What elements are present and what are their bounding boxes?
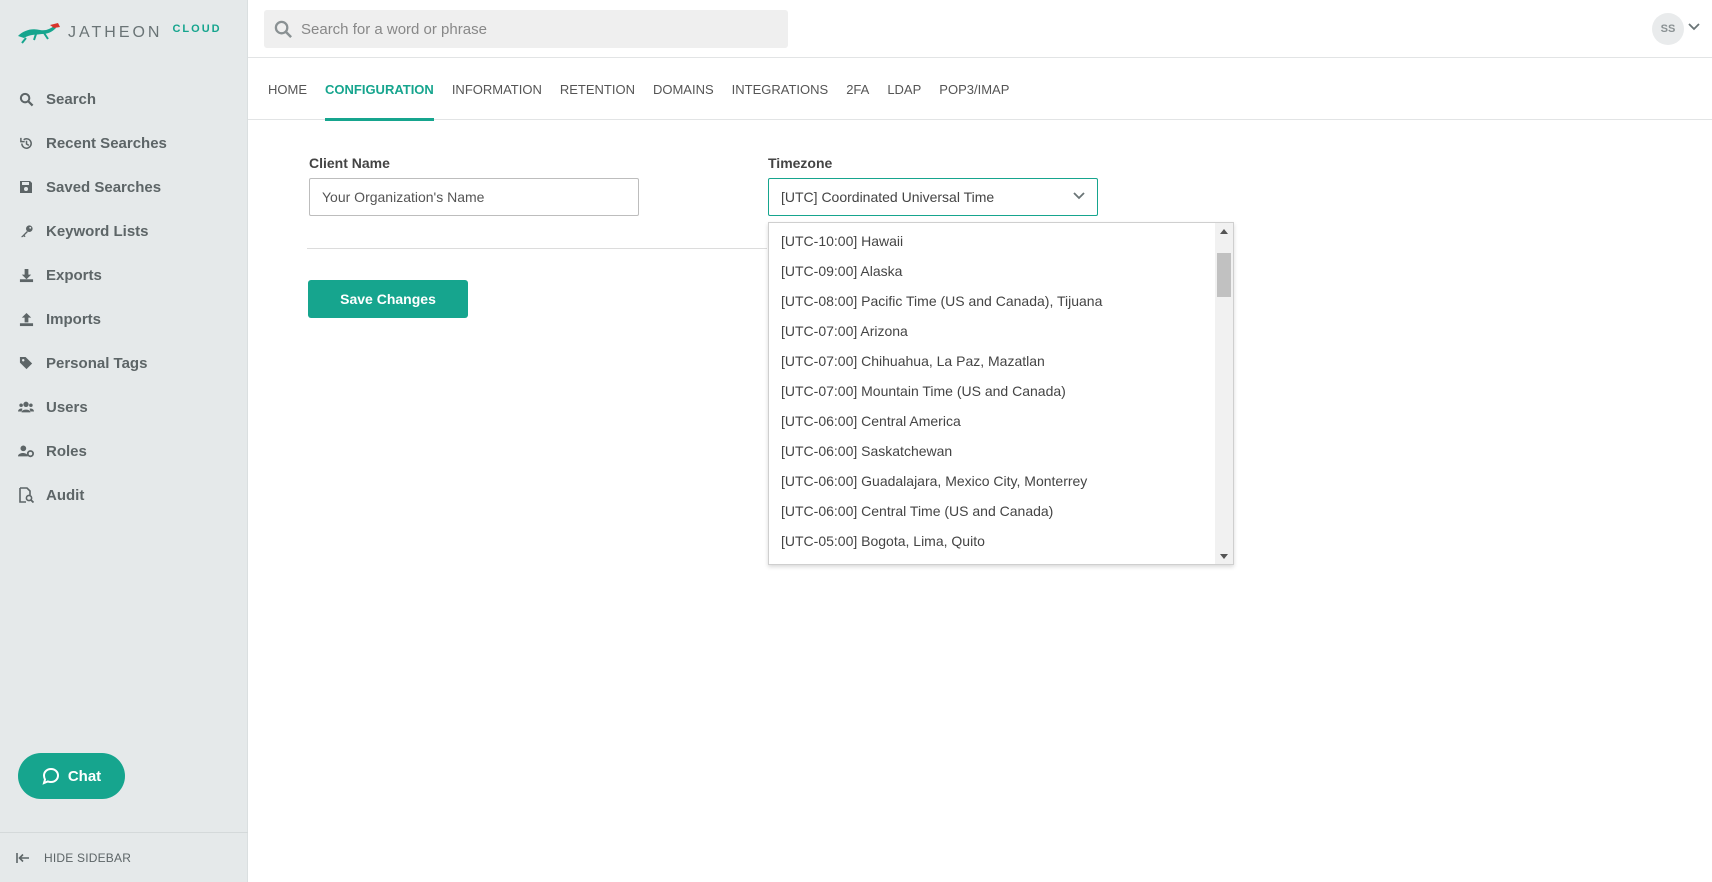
chat-button[interactable]: Chat (18, 753, 125, 799)
user-cog-icon (18, 443, 34, 459)
sidebar-item-imports[interactable]: Imports (0, 297, 248, 341)
sidebar-item-label: Audit (46, 486, 85, 504)
sidebar: JATHEON CLOUD Search Recent Searches Sav… (0, 0, 248, 882)
tab-ldap[interactable]: LDAP (887, 58, 921, 120)
client-name-field[interactable] (309, 178, 639, 216)
save-changes-button[interactable]: Save Changes (308, 280, 468, 318)
sidebar-item-label: Personal Tags (46, 354, 148, 372)
global-search[interactable] (264, 10, 788, 48)
timezone-option[interactable]: [UTC-06:00] Central Time (US and Canada) (769, 496, 1233, 526)
sidebar-item-label: Imports (46, 310, 102, 328)
scrollbar-thumb[interactable] (1217, 253, 1231, 297)
timezone-label: Timezone (768, 155, 833, 171)
timezone-select[interactable]: [UTC] Coordinated Universal Time (768, 178, 1098, 216)
scroll-down-arrow-icon[interactable] (1215, 548, 1233, 564)
tags-icon (18, 355, 34, 371)
scroll-up-arrow-icon[interactable] (1215, 223, 1233, 239)
search-input[interactable] (301, 20, 781, 38)
sidebar-item-search[interactable]: Search (0, 77, 248, 121)
timezone-option[interactable]: [UTC-05:00] Bogota, Lima, Quito (769, 526, 1233, 556)
timezone-option[interactable]: [UTC-08:00] Pacific Time (US and Canada)… (769, 286, 1233, 316)
config-tabs: HOME CONFIGURATION INFORMATION RETENTION… (248, 58, 1712, 121)
sidebar-item-roles[interactable]: Roles (0, 429, 248, 473)
timezone-option[interactable]: [UTC-06:00] Saskatchewan (769, 436, 1233, 466)
timezone-option[interactable]: [UTC-07:00] Chihuahua, La Paz, Mazatlan (769, 346, 1233, 376)
sidebar-item-label: Roles (46, 442, 87, 460)
sidebar-item-label: Search (46, 90, 97, 108)
history-icon (18, 135, 34, 151)
tab-integrations[interactable]: INTEGRATIONS (732, 58, 829, 120)
timezone-option[interactable]: [UTC-07:00] Mountain Time (US and Canada… (769, 376, 1233, 406)
download-icon (18, 267, 34, 283)
sidebar-item-label: Keyword Lists (46, 222, 149, 240)
chat-label: Chat (67, 767, 102, 785)
sidebar-item-audit[interactable]: Audit (0, 473, 248, 517)
floppy-icon (18, 179, 34, 195)
timezone-options: [UTC-10:00] Hawaii [UTC-09:00] Alaska [UTC… (769, 223, 1233, 556)
timezone-option[interactable]: [UTC-06:00] Central America (769, 406, 1233, 436)
timezone-selected-value: [UTC] Coordinated Universal Time (781, 189, 995, 205)
chevron-down-icon (1073, 192, 1085, 200)
jatheon-logo[interactable]: JATHEON CLOUD (16, 18, 222, 48)
tab-retention[interactable]: RETENTION (560, 58, 635, 120)
collapse-left-icon (16, 852, 29, 863)
sidebar-item-label: Recent Searches (46, 134, 167, 152)
sidebar-nav: Search Recent Searches Saved Searches Ke… (0, 77, 248, 517)
search-icon (18, 91, 34, 107)
sidebar-item-users[interactable]: Users (0, 385, 248, 429)
timezone-option[interactable]: [UTC-06:00] Guadalajara, Mexico City, Mo… (769, 466, 1233, 496)
sidebar-item-label: Exports (46, 266, 102, 284)
sidebar-item-label: Users (46, 398, 88, 416)
dropdown-scrollbar[interactable] (1215, 223, 1233, 564)
timezone-option[interactable]: [UTC-10:00] Hawaii (769, 226, 1233, 256)
sidebar-item-personal-tags[interactable]: Personal Tags (0, 341, 248, 385)
hide-sidebar-label: HIDE SIDEBAR (44, 850, 132, 865)
tab-domains[interactable]: DOMAINS (653, 58, 714, 120)
sidebar-item-recent-searches[interactable]: Recent Searches (0, 121, 248, 165)
top-bar: SS (248, 0, 1712, 58)
hide-sidebar-button[interactable]: HIDE SIDEBAR (0, 832, 248, 882)
avatar[interactable]: SS (1652, 13, 1684, 45)
tab-2fa[interactable]: 2FA (846, 58, 869, 120)
tab-home[interactable]: HOME (268, 58, 307, 120)
tab-configuration[interactable]: CONFIGURATION (325, 58, 434, 121)
key-icon (18, 223, 34, 239)
brand-suffix: CLOUD (172, 23, 222, 35)
file-search-icon (18, 487, 34, 503)
client-name-label: Client Name (309, 155, 390, 171)
chevron-down-icon[interactable] (1688, 23, 1700, 31)
users-icon (18, 399, 34, 415)
upload-icon (18, 311, 34, 327)
sidebar-item-label: Saved Searches (46, 178, 162, 196)
tab-information[interactable]: INFORMATION (452, 58, 542, 120)
sidebar-item-keyword-lists[interactable]: Keyword Lists (0, 209, 248, 253)
timezone-option[interactable]: [UTC-07:00] Arizona (769, 316, 1233, 346)
sidebar-item-exports[interactable]: Exports (0, 253, 248, 297)
form-divider (307, 248, 767, 249)
timezone-option[interactable]: [UTC-09:00] Alaska (769, 256, 1233, 286)
timezone-dropdown-list[interactable]: [UTC-10:00] Hawaii [UTC-09:00] Alaska [UTC… (768, 222, 1234, 565)
tab-pop3-imap[interactable]: POP3/IMAP (939, 58, 1009, 120)
chat-bubble-icon (42, 767, 59, 785)
lizard-logo-icon (18, 23, 60, 44)
brand-name: JATHEON (68, 24, 163, 41)
sidebar-item-saved-searches[interactable]: Saved Searches (0, 165, 248, 209)
search-icon (274, 20, 292, 38)
